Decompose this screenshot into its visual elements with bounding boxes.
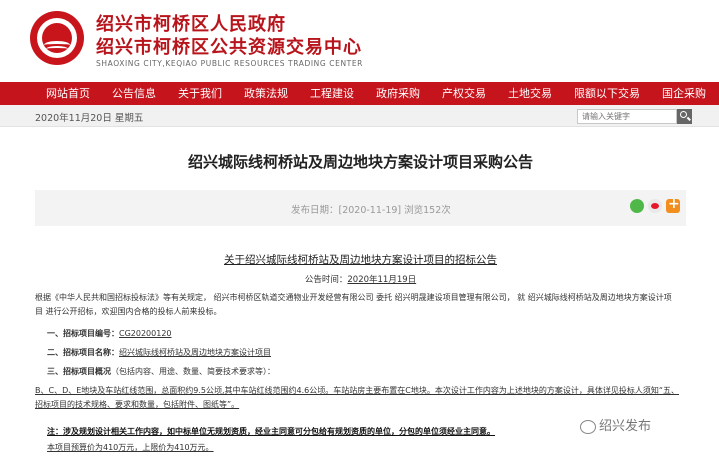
search-button[interactable]: [677, 109, 692, 124]
site-header: 绍兴市柯桥区人民政府 绍兴市柯桥区公共资源交易中心 SHAOXING CITY,…: [0, 0, 719, 78]
document-date-value: 2020年11月19日: [347, 275, 417, 285]
document-date-label: 公告时间：: [304, 275, 348, 285]
current-date: 2020年11月20日 星期五: [35, 113, 144, 124]
article-title: 绍兴城际线柯桥站及周边地块方案设计项目采购公告: [187, 153, 533, 171]
date-bar: 2020年11月20日 星期五: [0, 105, 719, 127]
paragraph-intro-1: 根据《中华人民共和国招标投标法》等有关规定， 绍兴市柯桥区轨道交通物业开发经营有…: [35, 293, 672, 302]
nav-item-announcements[interactable]: 公告信息: [101, 82, 167, 105]
wechat-icon[interactable]: [630, 199, 644, 213]
watermark-text: 绍兴发布: [599, 419, 652, 434]
item1-value: CG20200120: [119, 329, 172, 338]
item3-note: （包括内容、用途、数量、简要技术要求等）：: [111, 367, 275, 376]
item-project-number: 一、招标项目编号：CG20200120: [47, 327, 172, 341]
search-input[interactable]: [577, 109, 677, 124]
article-meta-bar: 发布日期：[2020-11-19] 浏览152次: [35, 190, 686, 226]
nav-item-gov-procurement[interactable]: 政府采购: [365, 82, 431, 105]
government-emblem-icon[interactable]: [30, 11, 84, 65]
nav-item-soe-procurement[interactable]: 国企采购: [651, 82, 717, 105]
publish-info: 发布日期：[2020-11-19] 浏览152次: [291, 205, 451, 216]
item-project-name: 二、招标项目名称：绍兴城际线柯桥站及周边地块方案设计项目: [47, 346, 271, 360]
article-panel: 绍兴城际线柯桥站及周边地块方案设计项目采购公告 发布日期：[2020-11-19…: [35, 127, 686, 463]
paragraph-note: 注：涉及规划设计相关工作内容，如中标单位无规划资质，经业主同意可分包给有规划资质…: [47, 427, 495, 436]
weibo-icon[interactable]: [648, 199, 662, 213]
paragraph-overview-2: 招标项目的技术规格、要求和数量，包括附件、图纸等”。: [35, 400, 240, 409]
wechat-watermark-icon: [580, 419, 596, 434]
item2-label: 二、招标项目名称：: [47, 348, 119, 357]
site-title-line2: 绍兴市柯桥区公共资源交易中心: [96, 37, 362, 58]
paragraph-overview-1: B、C、D、E地块及车站红线范围，总面积约9.5公顷,其中车站红线范围约4.6公…: [35, 386, 679, 395]
site-subtitle-en: SHAOXING CITY,KEQIAO PUBLIC RESOURCES TR…: [96, 59, 363, 68]
document-date: 公告时间：2020年11月19日: [35, 273, 686, 285]
nav-item-land[interactable]: 土地交易: [497, 82, 563, 105]
watermark: 绍兴发布: [580, 415, 651, 434]
nav-item-property[interactable]: 产权交易: [431, 82, 497, 105]
document-title: 关于绍兴城际线柯桥站及周边地块方案设计项目的招标公告: [224, 254, 497, 266]
search-icon: [680, 111, 687, 118]
more-icon[interactable]: [666, 196, 680, 213]
item3-label: 三、招标项目概况: [47, 367, 111, 376]
item2-value: 绍兴城际线柯桥站及周边地块方案设计项目: [119, 348, 271, 357]
paragraph-intro-2: 目 进行公开招标，欢迎国内合格的投标人前来投标。: [35, 307, 222, 316]
paragraph-budget: 本项目预算价为410万元，上限价为410万元。: [47, 443, 214, 452]
nav-item-about[interactable]: 关于我们: [167, 82, 233, 105]
nav-item-home[interactable]: 网站首页: [35, 82, 101, 105]
nav-item-below-limit[interactable]: 限额以下交易: [563, 82, 651, 105]
nav-item-policy[interactable]: 政策法规: [233, 82, 299, 105]
nav-item-construction[interactable]: 工程建设: [299, 82, 365, 105]
main-nav: 网站首页 公告信息 关于我们 政策法规 工程建设 政府采购 产权交易 土地交易 …: [0, 82, 719, 105]
item-project-overview: 三、招标项目概况（包括内容、用途、数量、简要技术要求等）：: [47, 365, 275, 379]
item1-label: 一、招标项目编号：: [47, 329, 119, 338]
